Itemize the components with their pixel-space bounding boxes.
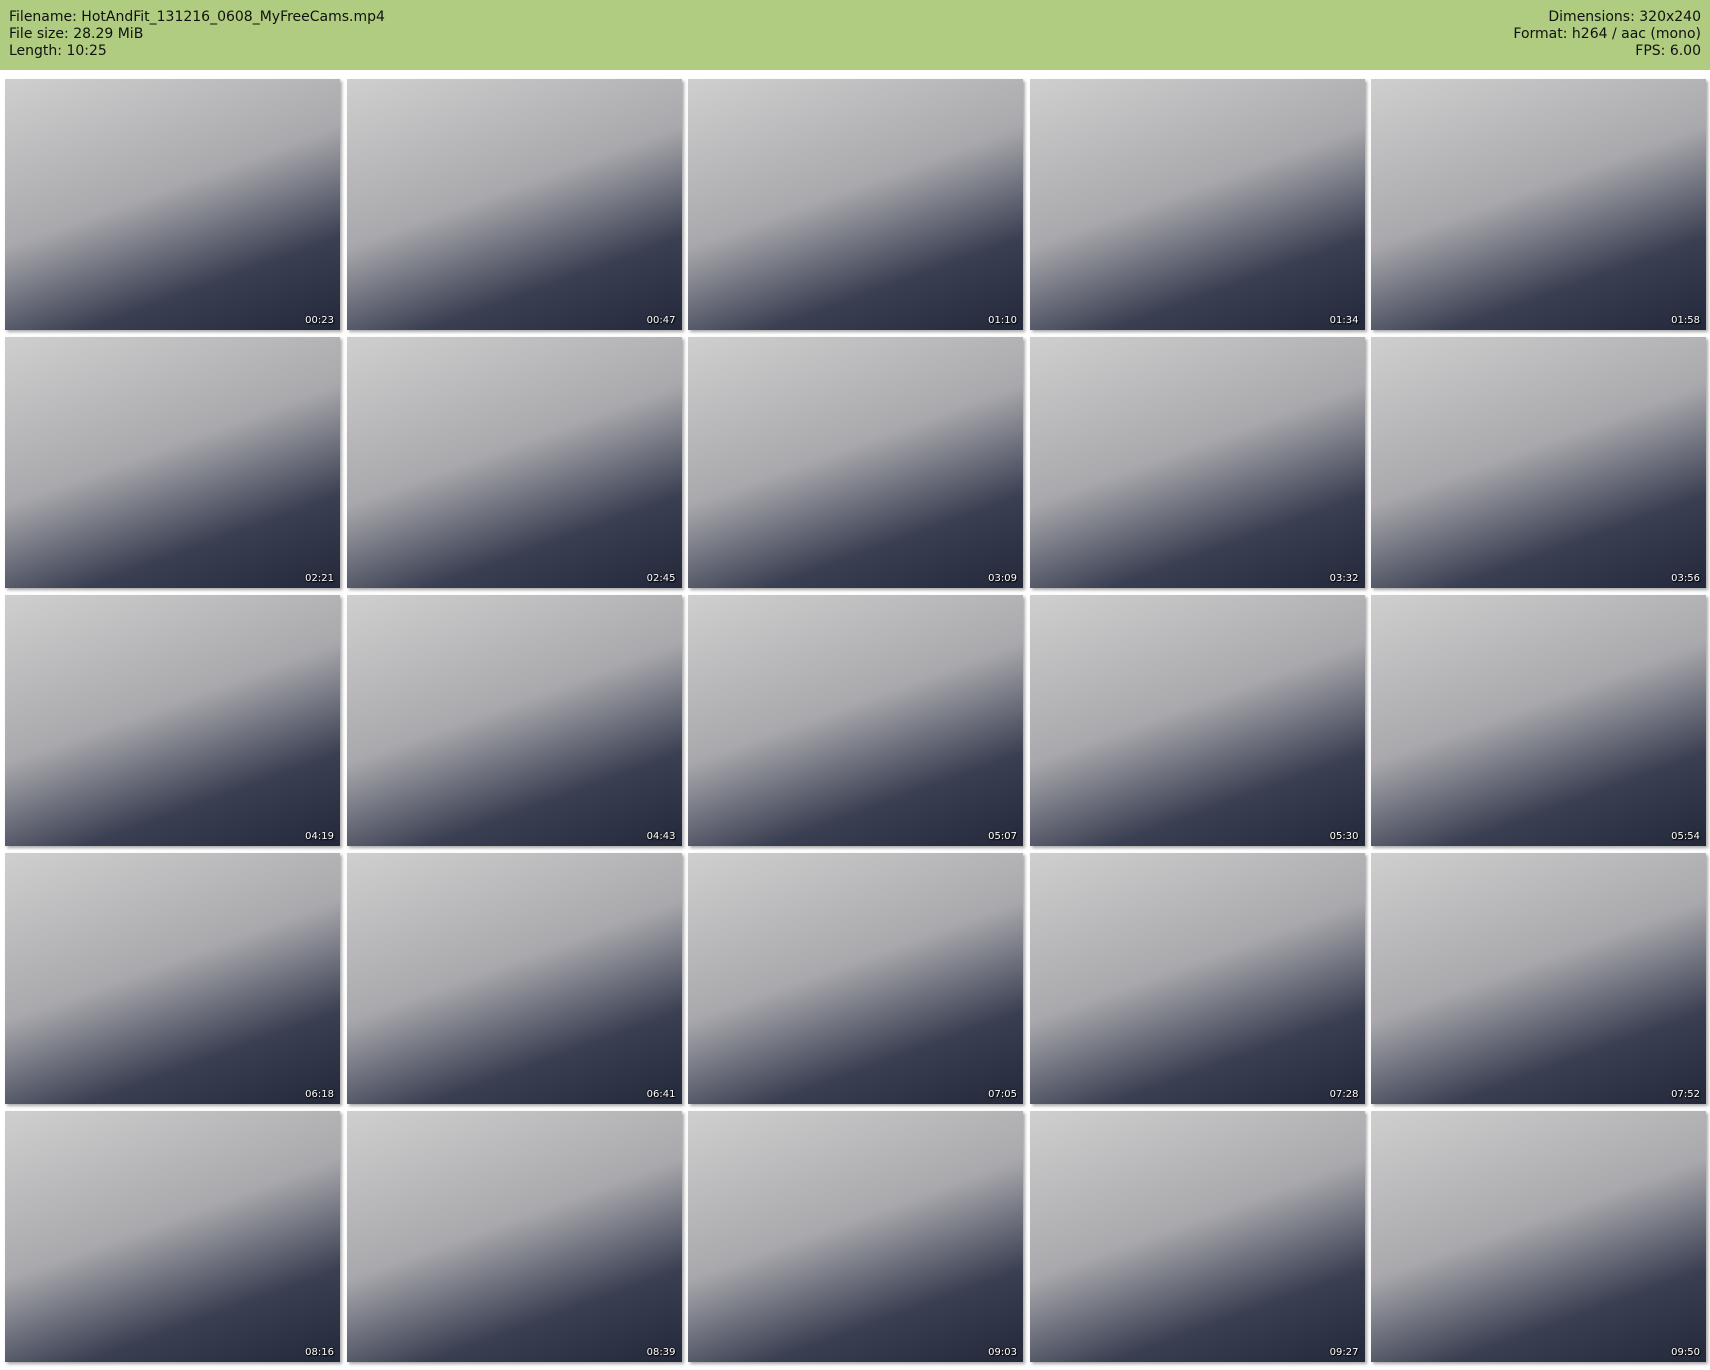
video-thumbnail: 03:32 [1029,337,1365,588]
timestamp: 07:52 [1671,1089,1700,1100]
timestamp: 05:30 [1329,831,1359,842]
video-thumbnail: 06:18 [5,853,340,1104]
timestamp: 01:10 [988,315,1017,326]
video-length: Length: 10:25 [9,43,107,59]
video-thumbnail: 03:56 [1371,337,1706,588]
filename: Filename: HotAndFit_131216_0608_MyFreeCa… [9,9,385,25]
info-header: Filename: HotAndFit_131216_0608_MyFreeCa… [0,0,1710,70]
video-thumbnail: 05:30 [1029,595,1365,846]
video-thumbnail: 00:23 [5,79,340,330]
timestamp: 09:27 [1329,1347,1359,1358]
video-thumbnail: 07:52 [1371,853,1706,1104]
video-thumbnail: 09:03 [688,1111,1023,1362]
format: Format: h264 / aac (mono) [1513,26,1701,42]
stream-info: Dimensions: 320x240 Format: h264 / aac (… [1513,9,1701,60]
video-thumbnail: 05:07 [688,595,1023,846]
timestamp: 08:39 [646,1347,676,1358]
video-thumbnail: 09:27 [1029,1111,1365,1362]
timestamp: 08:16 [305,1347,334,1358]
fps: FPS: 6.00 [1635,43,1701,59]
timestamp: 03:32 [1329,573,1359,584]
video-thumbnail: 08:16 [5,1111,340,1362]
timestamp: 01:34 [1329,315,1359,326]
timestamp: 03:56 [1671,573,1700,584]
timestamp: 03:09 [988,573,1017,584]
dimensions: Dimensions: 320x240 [1548,9,1701,25]
timestamp: 04:43 [646,831,676,842]
timestamp: 00:23 [305,315,334,326]
timestamp: 05:54 [1671,831,1700,842]
timestamp: 07:28 [1329,1089,1359,1100]
video-thumbnail: 01:10 [688,79,1023,330]
video-thumbnail: 03:09 [688,337,1023,588]
video-thumbnail: 00:47 [346,79,682,330]
timestamp: 02:45 [646,573,676,584]
video-thumbnail: 09:50 [1371,1111,1706,1362]
video-thumbnail: 01:58 [1371,79,1706,330]
timestamp: 01:58 [1671,315,1700,326]
video-thumbnail: 08:39 [346,1111,682,1362]
video-thumbnail: 02:21 [5,337,340,588]
video-thumbnail: 02:45 [346,337,682,588]
timestamp: 06:18 [305,1089,334,1100]
video-thumbnail: 05:54 [1371,595,1706,846]
timestamp: 02:21 [305,573,334,584]
video-thumbnail: 01:34 [1029,79,1365,330]
timestamp: 09:50 [1671,1347,1700,1358]
video-thumbnail: 04:19 [5,595,340,846]
timestamp: 06:41 [646,1089,676,1100]
file-info: Filename: HotAndFit_131216_0608_MyFreeCa… [9,9,385,60]
timestamp: 09:03 [988,1347,1017,1358]
video-thumbnail: 07:28 [1029,853,1365,1104]
timestamp: 05:07 [988,831,1017,842]
video-thumbnail: 07:05 [688,853,1023,1104]
video-thumbnail: 04:43 [346,595,682,846]
video-thumbnail: 06:41 [346,853,682,1104]
timestamp: 04:19 [305,831,334,842]
timestamp: 07:05 [988,1089,1017,1100]
timestamp: 00:47 [646,315,676,326]
file-size: File size: 28.29 MiB [9,26,144,42]
thumbnail-grid: 00:23 00:47 01:10 01:34 01:58 02:21 02:45 03:09… [5,79,1706,1362]
